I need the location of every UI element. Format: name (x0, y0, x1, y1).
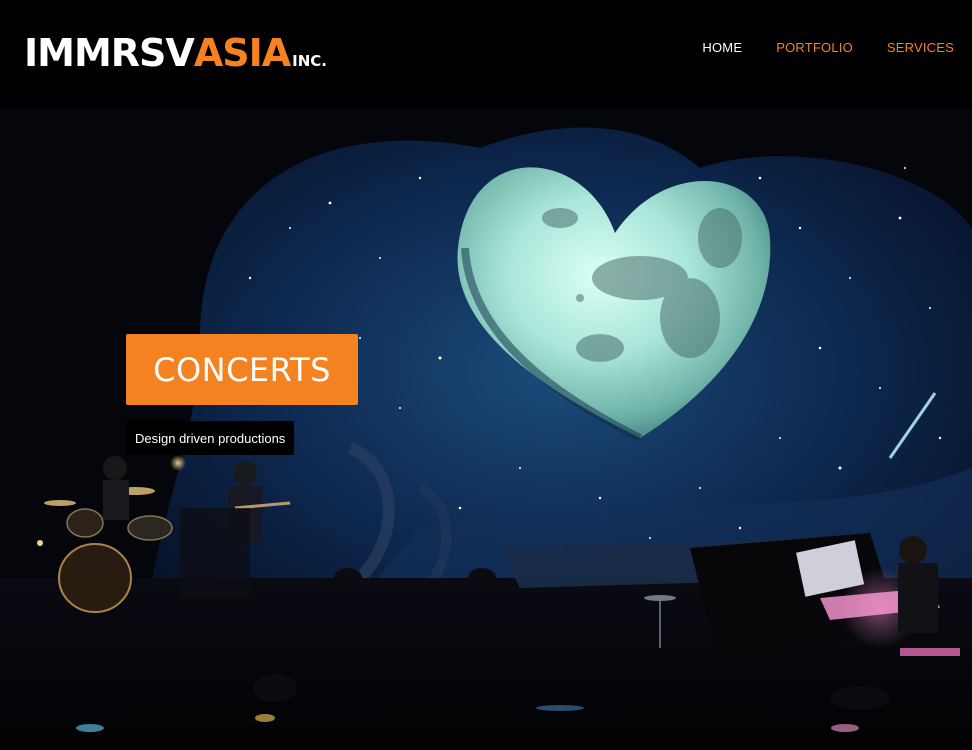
nav-services-link[interactable]: SERVICES (887, 40, 954, 55)
brand-logo[interactable]: IMMRSV ASIA INC. (24, 28, 327, 72)
concerts-button[interactable]: CONCERTS (126, 334, 358, 405)
logo-text-accent: ASIA (193, 31, 291, 75)
nav-home-link[interactable]: HOME (702, 40, 742, 55)
nav-portfolio-link[interactable]: PORTFOLIO (776, 40, 853, 55)
main-nav: HOME PORTFOLIO SERVICES (702, 40, 954, 55)
hero-tagline: Design driven productions (126, 421, 295, 455)
logo-text-suffix: INC. (292, 52, 327, 70)
site-header: IMMRSV ASIA INC. HOME PORTFOLIO SERVICES (0, 0, 972, 108)
hero-banner: CONCERTS Design driven productions (0, 108, 972, 750)
logo-text-main: IMMRSV (24, 31, 195, 75)
